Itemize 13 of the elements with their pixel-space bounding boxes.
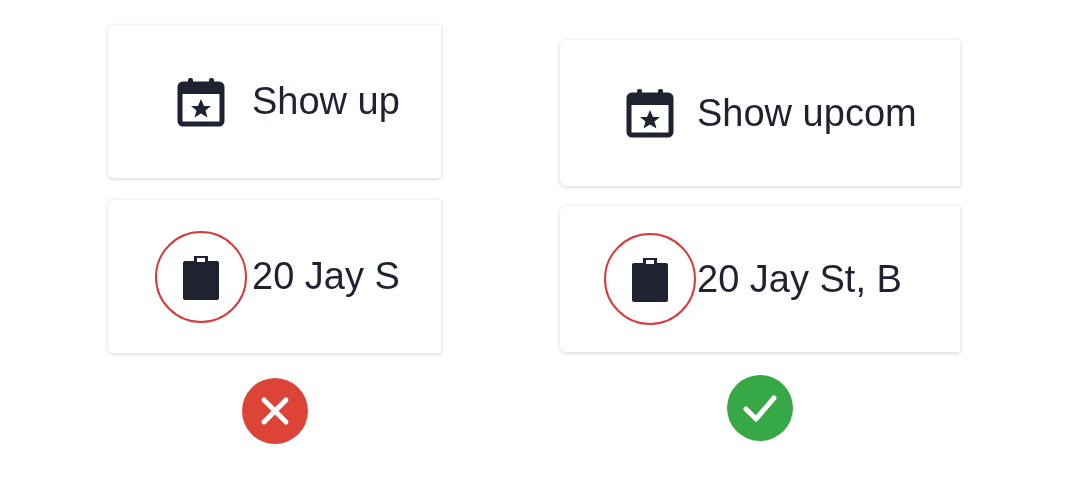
option-label: Show upcom — [697, 90, 917, 136]
option-card[interactable]: Show up — [108, 25, 441, 178]
clipboard-icon — [631, 255, 669, 303]
option-card[interactable]: 20 Jay St, B — [560, 206, 960, 352]
option-card[interactable]: Show upcom — [560, 40, 960, 186]
calendar-star-icon — [177, 75, 225, 128]
cross-icon — [240, 377, 309, 445]
check-icon — [726, 374, 794, 442]
option-card[interactable]: 20 Jay S — [108, 200, 441, 353]
calendar-star-icon — [626, 87, 674, 139]
option-label: 20 Jay St, B — [697, 256, 902, 302]
option-label: Show up — [252, 79, 400, 124]
option-label: 20 Jay S — [252, 254, 400, 299]
